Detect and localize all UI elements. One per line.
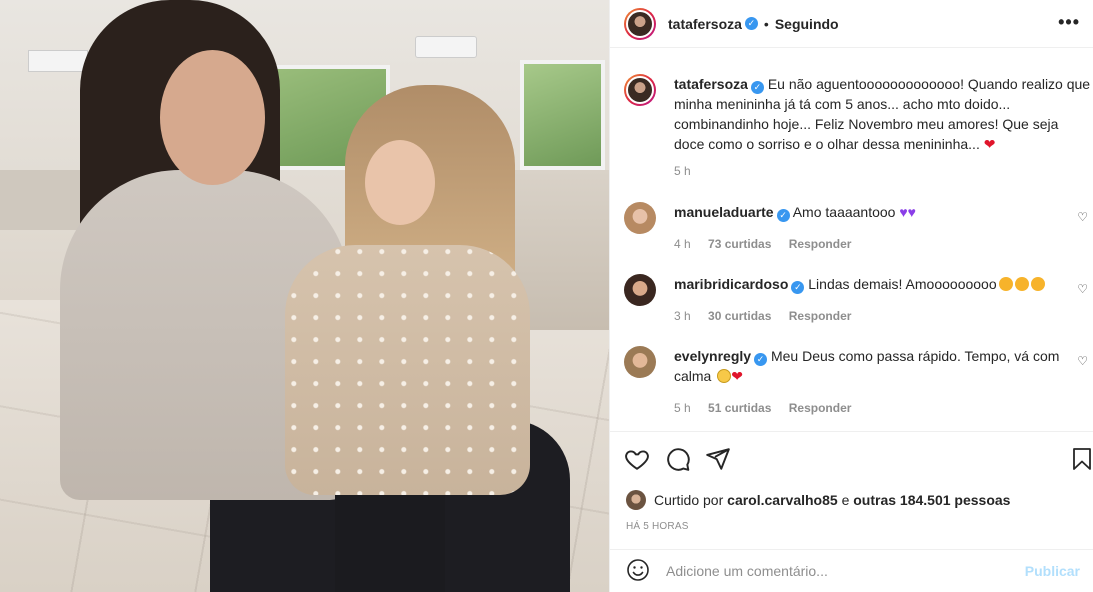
emoji-icon[interactable]	[626, 558, 650, 585]
commenter-avatar[interactable]	[624, 274, 656, 306]
comment-like-icon[interactable]: ♡	[1077, 282, 1088, 296]
comment-like-icon[interactable]: ♡	[1077, 210, 1088, 224]
photo-ac-unit	[28, 50, 88, 72]
reply-button[interactable]: Responder	[789, 237, 852, 251]
author-avatar[interactable]	[624, 7, 656, 40]
comment-like-icon[interactable]: ♡	[1077, 354, 1088, 368]
likes-summary: Curtido por carol.carvalho85 e outras 18…	[626, 490, 1010, 510]
add-comment-bar: Publicar	[610, 549, 1093, 592]
star-eyes-emoji	[1030, 277, 1045, 291]
comment-text: Lindas demais! Amooooooooo	[808, 276, 997, 292]
post-actions	[610, 440, 1093, 480]
star-eyes-emoji	[1014, 277, 1029, 291]
photo-child	[335, 480, 445, 592]
commenter-username[interactable]: maribridicardoso	[674, 276, 788, 292]
comment-likes[interactable]: 73 curtidas	[708, 237, 771, 251]
reply-button[interactable]: Responder	[789, 309, 852, 323]
commenter-avatar[interactable]	[624, 202, 656, 234]
verified-icon: ✓	[750, 81, 764, 94]
more-options-icon[interactable]: •••	[1058, 12, 1080, 33]
comment-text: Amo taaaantooo	[792, 204, 896, 220]
liker-avatar[interactable]	[626, 490, 646, 510]
comment-timestamp: 4 h	[674, 237, 691, 251]
post-timestamp[interactable]: HÁ 5 HORAS	[626, 521, 689, 532]
post-photo[interactable]	[0, 0, 609, 592]
heart-icon[interactable]	[624, 446, 650, 475]
verified-icon: ✓	[776, 209, 790, 222]
commenter-username[interactable]: manueladuarte	[674, 204, 774, 220]
red-heart-emoji: ❤	[983, 136, 996, 152]
red-heart-emoji: ❤	[731, 368, 743, 384]
comment-icon[interactable]	[665, 446, 691, 475]
photo-child	[365, 140, 435, 225]
comment-item: evelynregly ✓ Meu Deus como passa rápido.…	[624, 346, 1093, 418]
comment-likes[interactable]: 30 curtidas	[708, 309, 771, 323]
photo-person	[160, 50, 265, 185]
caption-timestamp: 5 h	[674, 164, 691, 178]
caption-username[interactable]: tatafersoza	[674, 76, 748, 92]
commenter-avatar[interactable]	[624, 346, 656, 378]
comment-timestamp: 5 h	[674, 401, 691, 415]
comment-input[interactable]	[666, 563, 1025, 579]
author-username[interactable]: tatafersoza	[668, 16, 742, 32]
verified-icon: ✓	[744, 17, 758, 30]
comment-likes[interactable]: 51 curtidas	[708, 401, 771, 415]
author-avatar[interactable]	[624, 74, 656, 106]
photo-child	[285, 245, 530, 495]
comments-list[interactable]: tatafersoza ✓ Eu não aguentooooooooooooo!…	[610, 48, 1093, 432]
post-caption: tatafersoza ✓ Eu não aguentooooooooooooo!…	[624, 74, 1093, 154]
purple-heart-emoji: ♥	[907, 204, 916, 220]
share-icon[interactable]	[705, 446, 731, 475]
likes-prefix: Curtido por	[654, 492, 724, 508]
sad-face-emoji	[717, 369, 732, 383]
following-button[interactable]: Seguindo	[775, 16, 839, 32]
star-eyes-emoji	[998, 277, 1013, 291]
likes-middle: e	[841, 492, 850, 508]
publish-button[interactable]: Publicar	[1025, 563, 1080, 579]
verified-icon: ✓	[791, 281, 805, 294]
comment-timestamp: 3 h	[674, 309, 691, 323]
post-header: tatafersoza ✓ • Seguindo •••	[610, 0, 1093, 48]
bookmark-icon[interactable]	[1070, 446, 1093, 475]
comment-item: manueladuarte ✓ Amo taaaantooo ♥♥ 4 h 73 …	[624, 202, 1093, 254]
likes-count[interactable]: outras 184.501 pessoas	[853, 492, 1010, 508]
purple-heart-emoji: ♥	[899, 204, 908, 220]
verified-icon: ✓	[754, 353, 768, 366]
separator-dot: •	[763, 15, 769, 32]
photo-sofa	[0, 170, 80, 230]
comment-item: maribridicardoso ✓ Lindas demais! Amooooo…	[624, 274, 1093, 326]
post-side-panel: tatafersoza ✓ • Seguindo ••• tatafersoza…	[609, 0, 1093, 592]
commenter-username[interactable]: evelynregly	[674, 348, 751, 364]
reply-button[interactable]: Responder	[789, 401, 852, 415]
photo-ac-unit	[415, 36, 477, 58]
liker-username[interactable]: carol.carvalho85	[727, 492, 838, 508]
photo-window	[520, 60, 605, 170]
